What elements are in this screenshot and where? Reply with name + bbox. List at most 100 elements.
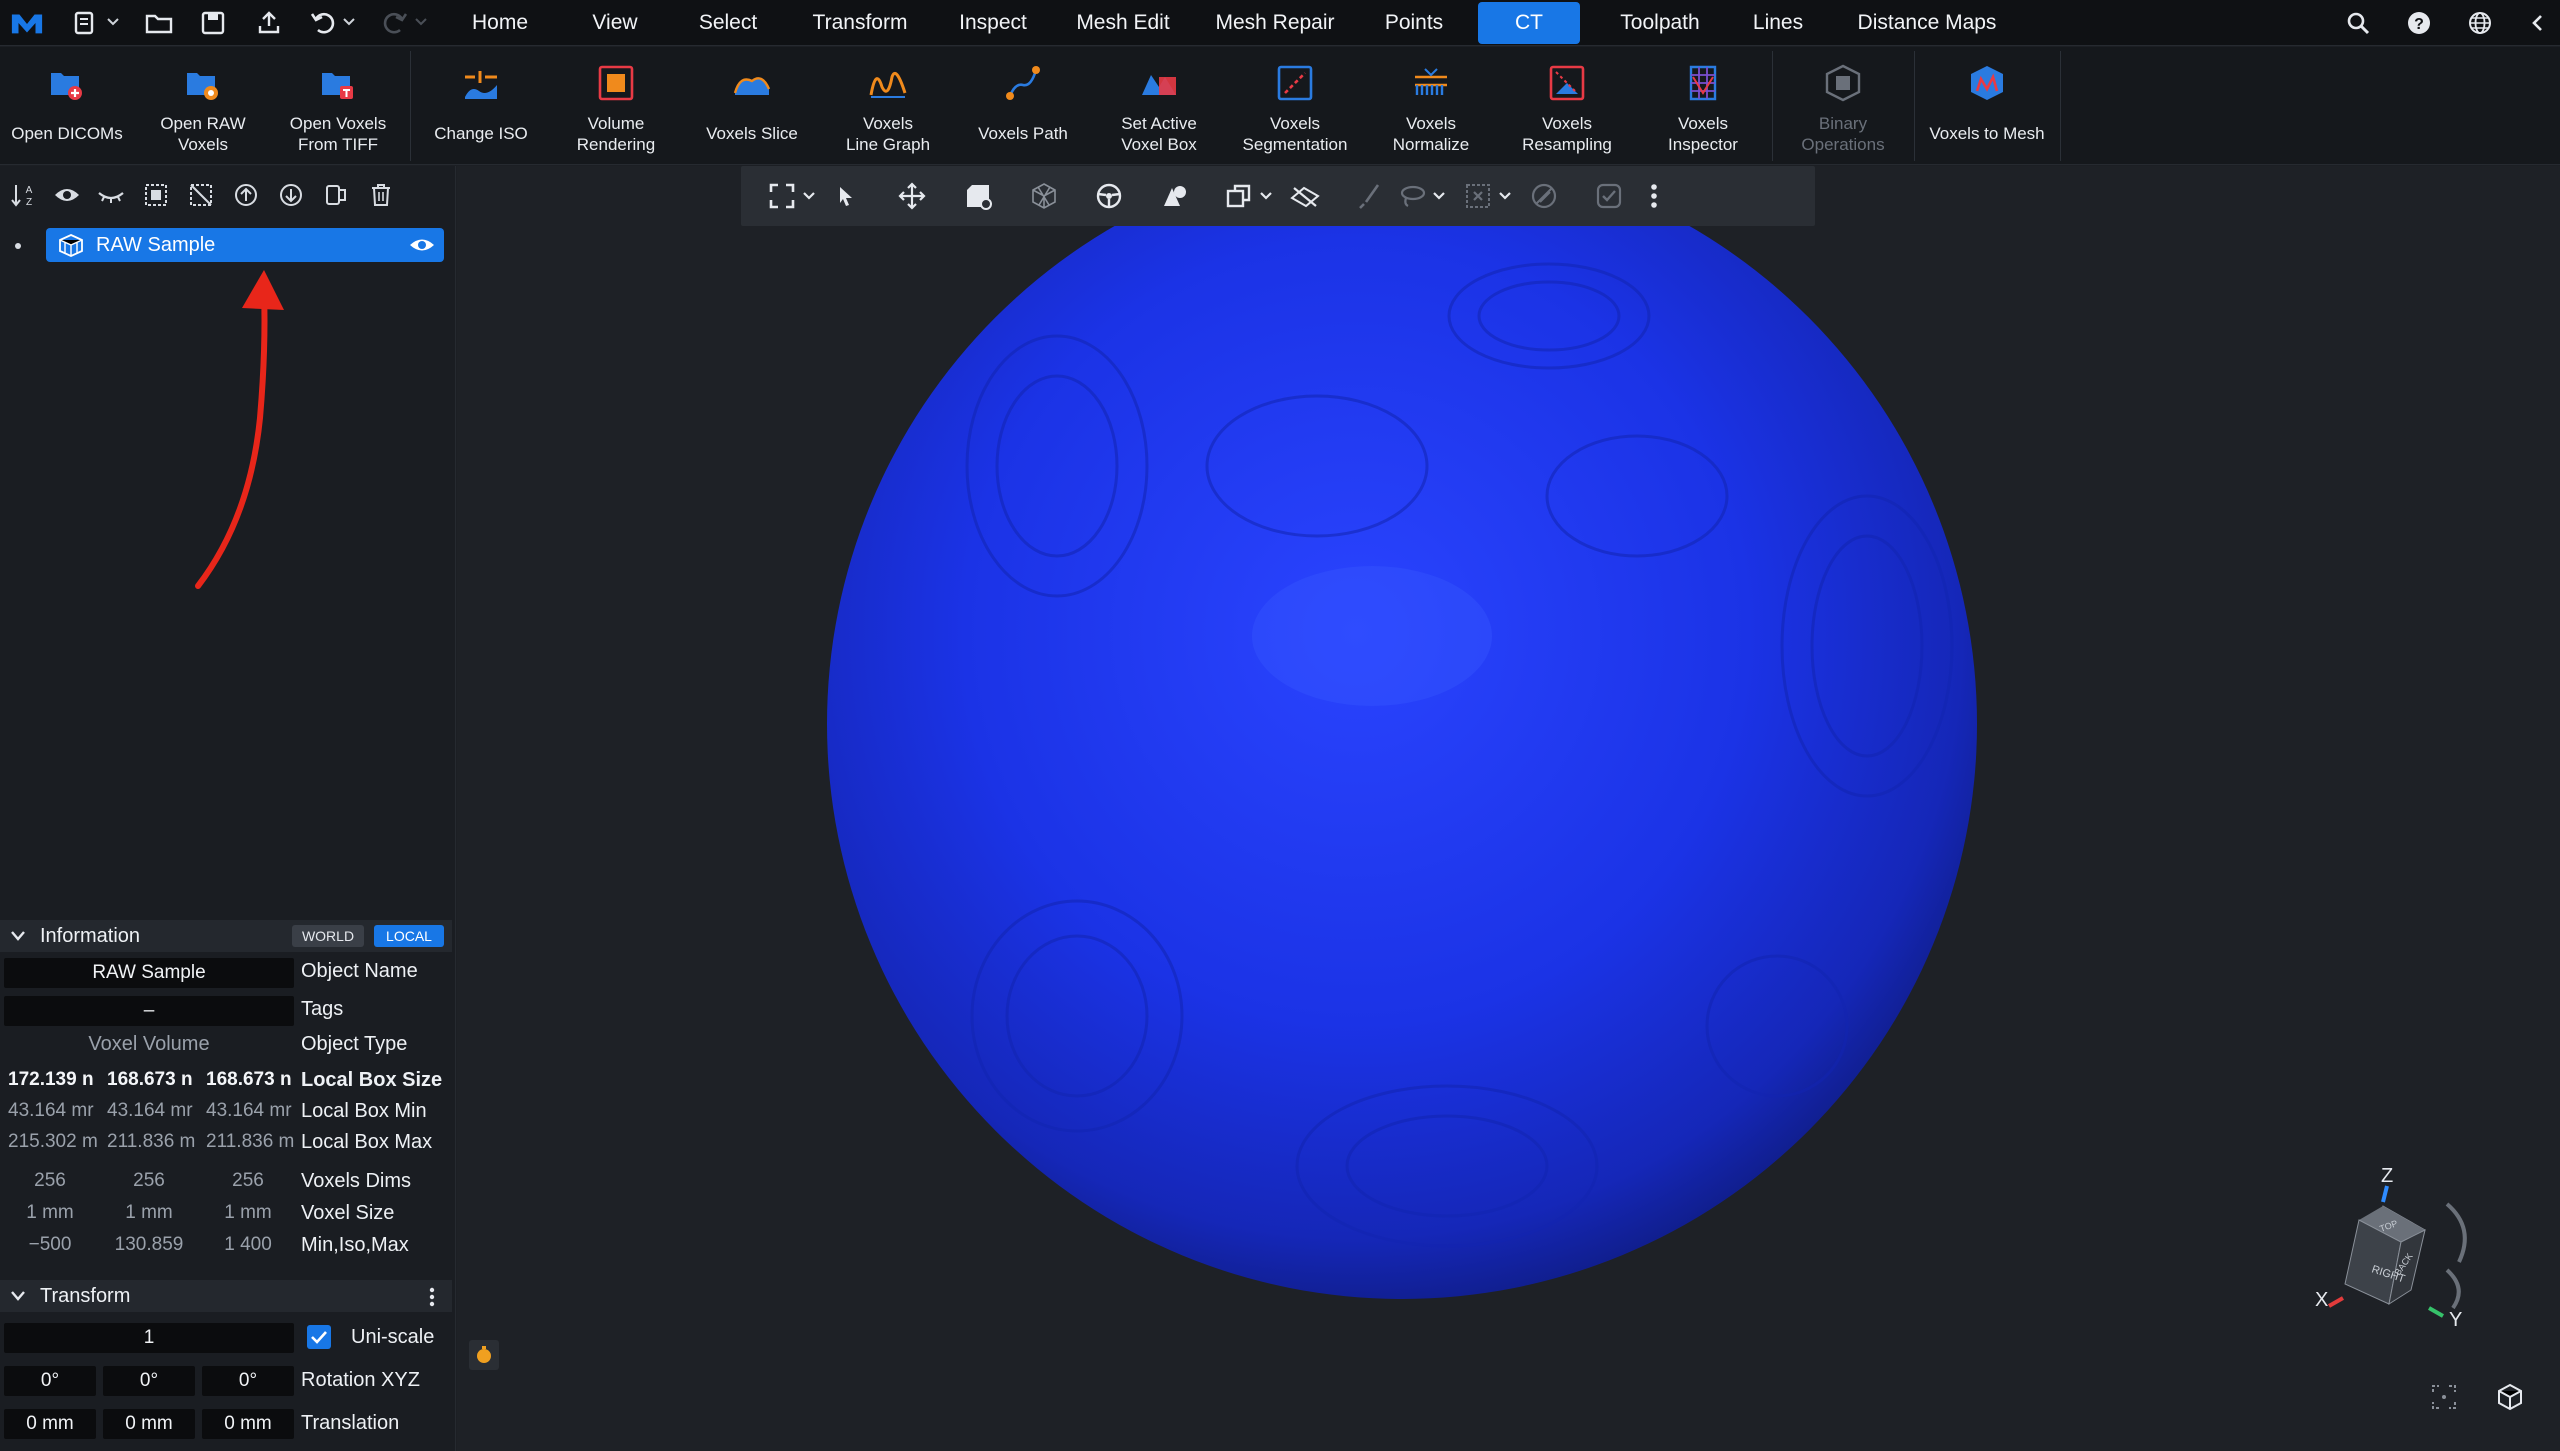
open-dicoms-button[interactable]: Open DICOMs <box>0 47 134 165</box>
voxels-slice-button[interactable]: Voxels Slice <box>684 47 820 165</box>
world-toggle[interactable]: WORLD <box>292 925 364 947</box>
pointer-icon[interactable] <box>829 179 863 213</box>
translation-x-input[interactable]: 0 mm <box>4 1409 96 1439</box>
change-iso-button[interactable]: Change ISO <box>412 47 550 165</box>
translation-z-input[interactable]: 0 mm <box>202 1409 294 1439</box>
search-icon[interactable] <box>2344 9 2372 37</box>
steering-icon[interactable] <box>1092 179 1126 213</box>
notification-button[interactable] <box>469 1340 499 1370</box>
voxels-segmentation-button[interactable]: Voxels Segmentation <box>1228 47 1362 165</box>
view-cube-icon[interactable] <box>2495 1382 2525 1412</box>
uniscale-checkbox[interactable] <box>307 1325 331 1349</box>
open-raw-voxels-button[interactable]: Open RAW Voxels <box>138 47 268 165</box>
rotation-y-input[interactable]: 0° <box>103 1366 195 1396</box>
lasso-icon[interactable] <box>1395 179 1429 213</box>
information-section-header[interactable]: Information WORLD LOCAL <box>0 920 452 952</box>
tab-toolpath[interactable]: Toolpath <box>1600 0 1720 46</box>
tab-inspect[interactable]: Inspect <box>943 0 1043 46</box>
translation-y-input[interactable]: 0 mm <box>103 1409 195 1439</box>
eye-closed-icon[interactable] <box>96 180 126 210</box>
local-box-max-label: Local Box Max <box>301 1131 433 1153</box>
more-options-icon[interactable] <box>428 1287 436 1307</box>
wireframe-icon[interactable] <box>1027 179 1061 213</box>
globe-icon[interactable] <box>2466 9 2494 37</box>
rotation-z-input[interactable]: 0° <box>202 1366 294 1396</box>
more-icon[interactable] <box>1637 179 1671 213</box>
tags-field[interactable]: – <box>4 996 294 1026</box>
check-icon[interactable] <box>1592 179 1626 213</box>
chevron-down-icon[interactable] <box>106 15 120 29</box>
visibility-eye-icon[interactable] <box>408 236 436 254</box>
rotation-x-input[interactable]: 0° <box>4 1366 96 1396</box>
axis-label-x: X <box>2315 1289 2328 1311</box>
3d-viewport[interactable]: RIGHT BACK TOP Z X Y <box>457 166 2560 1451</box>
collapse-icon[interactable] <box>2524 9 2552 37</box>
voxels-dims-y: 256 <box>133 1170 165 1191</box>
split-icon[interactable] <box>321 180 351 210</box>
voxels-normalize-button[interactable]: Voxels Normalize <box>1364 47 1498 165</box>
volume-rendering-button[interactable]: Volume Rendering <box>550 47 682 165</box>
undo-icon[interactable] <box>306 6 340 40</box>
voxels-resampling-button[interactable]: Voxels Resampling <box>1500 47 1634 165</box>
local-box-min-y: 43.164 mr <box>107 1100 193 1121</box>
tab-view[interactable]: View <box>565 0 665 46</box>
ribbon-button-label: Voxels Normalize <box>1392 114 1470 154</box>
open-voxels-tiff-button[interactable]: Open Voxels From TIFF <box>272 47 404 165</box>
voxels-line-graph-button[interactable]: Voxels Line Graph <box>822 47 954 165</box>
tab-mesh-repair[interactable]: Mesh Repair <box>1205 0 1345 46</box>
sort-az-icon[interactable]: AZ <box>8 180 38 210</box>
voxels-to-mesh-button[interactable]: Voxels to Mesh <box>1916 47 2058 165</box>
redo-icon <box>378 6 412 40</box>
screenshot-icon[interactable] <box>961 179 995 213</box>
move-down-icon[interactable] <box>276 180 306 210</box>
tab-home[interactable]: Home <box>450 0 550 46</box>
chevron-down-icon[interactable] <box>342 15 356 29</box>
export-icon[interactable] <box>252 6 286 40</box>
chevron-down-icon[interactable] <box>1258 188 1274 204</box>
set-active-voxel-box-button[interactable]: Set Active Voxel Box <box>1092 47 1226 165</box>
tree-item-raw-sample[interactable]: RAW Sample <box>46 228 444 262</box>
object-name-field[interactable]: RAW Sample <box>4 958 294 988</box>
move-icon[interactable] <box>895 179 929 213</box>
open-folder-icon[interactable] <box>142 6 176 40</box>
voxels-path-button[interactable]: Voxels Path <box>956 47 1090 165</box>
tab-select[interactable]: Select <box>678 0 778 46</box>
help-icon[interactable]: ? <box>2405 9 2433 37</box>
voxel-sphere-render[interactable] <box>457 166 2560 1451</box>
fit-view-icon[interactable] <box>765 179 799 213</box>
orientation-cube[interactable]: RIGHT BACK TOP Z X Y <box>2297 1166 2497 1366</box>
ribbon-button-label: Binary Operations <box>1801 114 1885 154</box>
deselect-icon[interactable] <box>186 180 216 210</box>
transform-section-header[interactable]: Transform <box>0 1280 452 1312</box>
iso-value: 130.859 <box>114 1234 184 1255</box>
clip-plane-icon[interactable] <box>1288 179 1322 213</box>
ribbon-button-label: Voxels Inspector <box>1668 114 1738 154</box>
save-icon[interactable] <box>196 6 230 40</box>
voxels-inspector-button[interactable]: Voxels Inspector <box>1636 47 1770 165</box>
trash-icon[interactable] <box>366 180 396 210</box>
new-document-icon[interactable] <box>68 6 102 40</box>
chevron-down-icon[interactable] <box>801 188 817 204</box>
voxels-normalize-icon <box>1415 68 1447 95</box>
app-logo-icon[interactable] <box>10 6 44 40</box>
scale-input[interactable]: 1 <box>4 1323 294 1353</box>
max-value: 1 400 <box>224 1234 272 1255</box>
shapes-icon[interactable] <box>1157 179 1191 213</box>
disable-icon[interactable] <box>1527 179 1561 213</box>
eye-icon[interactable] <box>52 180 82 210</box>
tab-lines[interactable]: Lines <box>1728 0 1828 46</box>
deselect-box-icon[interactable] <box>1461 179 1495 213</box>
copy-icon[interactable] <box>1222 179 1256 213</box>
tab-distance-maps[interactable]: Distance Maps <box>1844 0 2010 46</box>
move-up-icon[interactable] <box>231 180 261 210</box>
local-toggle[interactable]: LOCAL <box>374 925 444 947</box>
chevron-down-icon[interactable] <box>1431 188 1447 204</box>
tab-mesh-edit[interactable]: Mesh Edit <box>1062 0 1184 46</box>
tab-transform[interactable]: Transform <box>800 0 920 46</box>
tab-ct[interactable]: CT <box>1478 2 1580 44</box>
recenter-icon[interactable] <box>2429 1382 2459 1412</box>
chevron-down-icon[interactable] <box>1497 188 1513 204</box>
tab-points[interactable]: Points <box>1364 0 1464 46</box>
select-all-icon[interactable] <box>141 180 171 210</box>
brush-icon[interactable] <box>1353 179 1387 213</box>
